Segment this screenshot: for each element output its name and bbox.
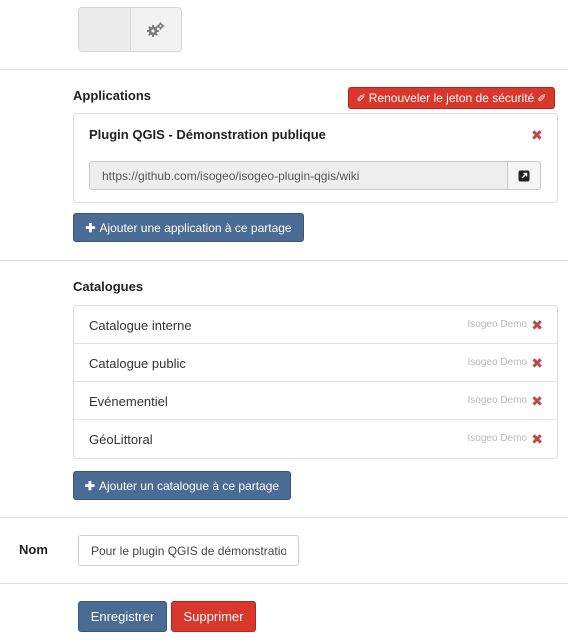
list-item: Catalogue public Isogeo Demo ✖ (74, 344, 557, 382)
applications-title: Applications (73, 88, 152, 103)
blank-toggle-button[interactable] (79, 8, 131, 51)
catalogs-list: Catalogue interne Isogeo Demo ✖ Catalogu… (73, 305, 558, 459)
remove-catalog-icon[interactable]: ✖ (531, 356, 543, 370)
renew-token-label: Renouveler le jeton de sécurité (368, 91, 535, 105)
catalog-name: Evénementiel (89, 394, 168, 409)
plus-icon: ✚ (84, 478, 95, 493)
save-button[interactable]: Enregistrer (78, 601, 167, 632)
application-url-group: https://github.com/isogeo/isogeo-plugin-… (89, 161, 541, 190)
top-button-group (78, 7, 182, 52)
delete-button[interactable]: Supprimer (171, 601, 256, 632)
settings-button[interactable] (131, 8, 181, 51)
remove-catalog-icon[interactable]: ✖ (531, 394, 543, 408)
divider (0, 69, 568, 70)
add-catalog-button[interactable]: ✚ Ajouter un catalogue à ce partage (73, 471, 291, 500)
catalog-owner: Isogeo Demo (467, 319, 527, 330)
catalog-owner: Isogeo Demo (467, 357, 527, 368)
remove-catalog-icon[interactable]: ✖ (531, 432, 543, 446)
catalog-name: Catalogue public (89, 356, 186, 371)
external-link-icon (518, 170, 530, 181)
add-catalog-label: Ajouter un catalogue à ce partage (98, 478, 280, 493)
divider (0, 260, 568, 261)
application-name: Plugin QGIS - Démonstration publique (89, 127, 326, 142)
catalog-name: Catalogue interne (89, 318, 192, 333)
catalog-owner: Isogeo Demo (467, 395, 527, 406)
add-application-button[interactable]: ✚ Ajouter une application à ce partage (73, 213, 304, 242)
open-url-button[interactable] (507, 161, 541, 190)
divider (0, 517, 568, 518)
catalogs-title: Catalogues (73, 279, 144, 294)
eraser-icon: ✐ (537, 92, 547, 105)
list-item: Catalogue interne Isogeo Demo ✖ (74, 306, 557, 344)
list-item: Evénementiel Isogeo Demo ✖ (74, 382, 557, 420)
catalog-owner: Isogeo Demo (467, 433, 527, 444)
application-url-field[interactable]: https://github.com/isogeo/isogeo-plugin-… (89, 161, 507, 190)
remove-application-icon[interactable]: ✖ (531, 128, 543, 142)
list-item: GéoLittoral Isogeo Demo ✖ (74, 420, 557, 458)
add-application-label: Ajouter une application à ce partage (99, 220, 292, 235)
renew-token-button[interactable]: ✐ Renouveler le jeton de sécurité ✐ (348, 87, 555, 109)
gears-icon (147, 21, 165, 37)
divider (0, 583, 568, 584)
name-label: Nom (19, 542, 48, 557)
catalog-name: GéoLittoral (89, 432, 153, 447)
name-field[interactable] (78, 535, 299, 566)
plus-icon: ✚ (85, 220, 96, 235)
remove-catalog-icon[interactable]: ✖ (531, 318, 543, 332)
eraser-icon: ✐ (356, 92, 366, 105)
